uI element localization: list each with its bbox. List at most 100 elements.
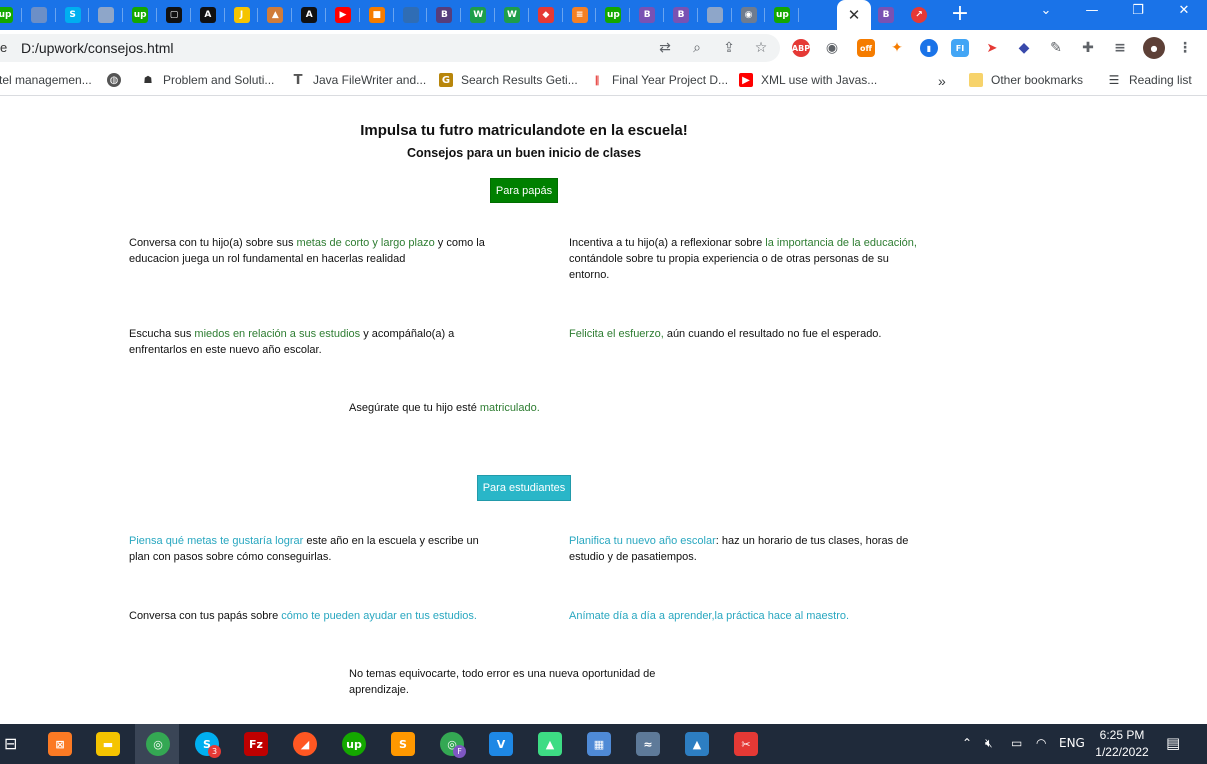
browser-tab[interactable]: W [461,0,495,30]
browser-tab[interactable]: B [869,0,903,30]
bookmark-item[interactable]: ◍ [107,73,129,87]
close-window-icon[interactable]: ✕ [1164,0,1204,24]
bookmarks-overflow-button[interactable]: » [938,73,946,89]
browser-tab[interactable]: S [56,0,90,30]
mysql-icon[interactable]: ≈ [636,732,660,756]
coupon-extension-icon[interactable]: off [857,39,875,57]
upwork-icon[interactable]: up [342,732,366,756]
browser-tab[interactable] [89,0,123,30]
browser-tab[interactable]: ◆ [529,0,563,30]
share-icon[interactable]: ⇪ [720,39,738,57]
browser-tab[interactable]: ▢ [157,0,191,30]
browser-tab[interactable]: ◉ [732,0,766,30]
volume-icon[interactable]: 🔇︎ [985,736,993,751]
adblock-plus-icon[interactable]: ABP [792,39,810,57]
arrow-extension-icon[interactable]: ➤ [983,39,1001,57]
parents-tip-5: Asegúrate que tu hijo esté matriculado. [349,400,709,416]
browser-tab[interactable]: B [427,0,461,30]
bookmark-item[interactable]: ☗ Problem and Soluti... [141,73,274,87]
profile-avatar[interactable]: ● [1143,37,1165,59]
browser-tab[interactable] [394,0,428,30]
tip-text: aún cuando el resultado no fue el espera… [663,328,882,340]
browser-tab[interactable] [698,0,732,30]
minimize-icon[interactable]: — [1072,0,1112,24]
other-bookmarks-button[interactable]: Other bookmarks [969,73,1083,87]
fi-extension-icon[interactable]: FI [951,39,969,57]
browser-menu-icon[interactable]: ⋮ [1176,39,1194,57]
new-tab-button[interactable]: + [948,2,972,26]
browser-tab[interactable]: A [292,0,326,30]
browser-tab[interactable]: J [225,0,259,30]
layers-extension-icon[interactable]: ◆ [1015,39,1033,57]
translate-icon[interactable]: ⇄ [656,39,674,57]
youtube-icon: ▶ [335,7,351,23]
address-bar[interactable]: e D:/upwork/consejos.html ⇄ ⌕ ⇪ ☆ [0,34,780,62]
browser-tab[interactable]: ■ [360,0,394,30]
photos-icon[interactable]: ▲ [685,732,709,756]
vscode-icon[interactable]: V [489,732,513,756]
students-tip-3: Conversa con tus papás sobre cómo te pue… [129,608,529,624]
bookmark-label: Java FileWriter and... [313,73,427,87]
bookmark-item[interactable]: tel managemen... [0,73,92,87]
bookmark-extension-icon[interactable]: ▮ [920,39,938,57]
key-extension-icon[interactable]: ✦ [888,39,906,57]
battery-icon[interactable]: ▭ [1011,736,1022,750]
clock[interactable]: 6:25 PM 1/22/2022 [1090,727,1154,761]
parents-button[interactable]: Para papás [490,178,558,203]
overflow-chevron-icon: » [938,73,946,89]
chrome-profile-badge: F [453,745,466,758]
browser-tab[interactable] [22,0,56,30]
snipping-icon[interactable]: ✂ [734,732,758,756]
browser-tab[interactable]: ▶ [326,0,360,30]
browser-tab[interactable]: A [191,0,225,30]
bookmark-star-icon[interactable]: ☆ [752,39,770,57]
wifi-icon[interactable]: ◠ [1036,736,1046,750]
active-tab[interactable]: ✕ [837,0,871,30]
bookmark-item[interactable]: G Search Results Geti... [439,73,578,87]
media-control-icon[interactable]: ≡ [1111,39,1129,57]
tip-text: No temas equivocarte, todo error es una … [349,668,656,696]
bookmark-item[interactable]: T Java FileWriter and... [291,73,427,88]
camera-extension-icon[interactable]: ◉ [823,39,841,57]
compass-icon[interactable]: ◢ [293,732,317,756]
url-text[interactable]: D:/upwork/consejos.html [21,40,174,56]
extensions-puzzle-icon[interactable]: ✚ [1079,39,1097,57]
close-tab-icon[interactable]: ✕ [848,6,861,24]
tray-chevron-icon[interactable]: ⌃ [962,736,972,750]
circle-icon [402,7,419,23]
browser-tab[interactable]: W [495,0,529,30]
xampp-icon[interactable]: ⊠ [48,732,72,756]
parents-tip-4: Felicita el esfuerzo, aún cuando el resu… [569,326,929,342]
bookmark-item[interactable]: ▶ XML use with Javas... [739,73,877,87]
bookmark-item[interactable]: ‖ Final Year Project D... [590,73,728,87]
browser-tab[interactable]: up [765,0,799,30]
browser-tab[interactable]: up [0,0,22,30]
android-studio-icon[interactable]: ▲ [538,732,562,756]
sublime-icon[interactable]: S [391,732,415,756]
notifications-icon[interactable]: ▤ [1166,734,1180,752]
tab-search-icon[interactable]: ⌄ [1026,0,1066,24]
chrome-icon[interactable]: ◎ [146,732,170,756]
language-indicator[interactable]: ENG [1059,736,1085,750]
maximize-icon[interactable]: ❐ [1118,0,1158,24]
file-explorer-icon[interactable]: ▬ [96,732,120,756]
camera-icon: ◉ [740,7,757,23]
bookmark-label: tel managemen... [0,73,92,87]
browser-tab[interactable]: up [596,0,630,30]
reading-list-button[interactable]: ☰ Reading list [1107,73,1192,87]
browser-tab[interactable]: ↗ [902,0,936,30]
tip-text: Escucha sus [129,328,195,340]
browser-tab[interactable]: B [630,0,664,30]
task-view-icon[interactable]: ⊟ [4,734,17,753]
browser-tab[interactable]: B [664,0,698,30]
browser-tab[interactable]: ≡ [563,0,597,30]
filezilla-icon[interactable]: Fz [244,732,268,756]
students-button[interactable]: Para estudiantes [477,475,571,501]
browser-tab[interactable]: ▲ [258,0,292,30]
browser-tab[interactable]: up [123,0,157,30]
bootstrap-icon: B [436,7,453,23]
zoom-icon[interactable]: ⌕ [688,39,706,57]
control-panel-icon[interactable]: ▦ [587,732,611,756]
eyedropper-icon[interactable]: ✎ [1047,39,1065,57]
url-prefix: e [0,40,8,55]
